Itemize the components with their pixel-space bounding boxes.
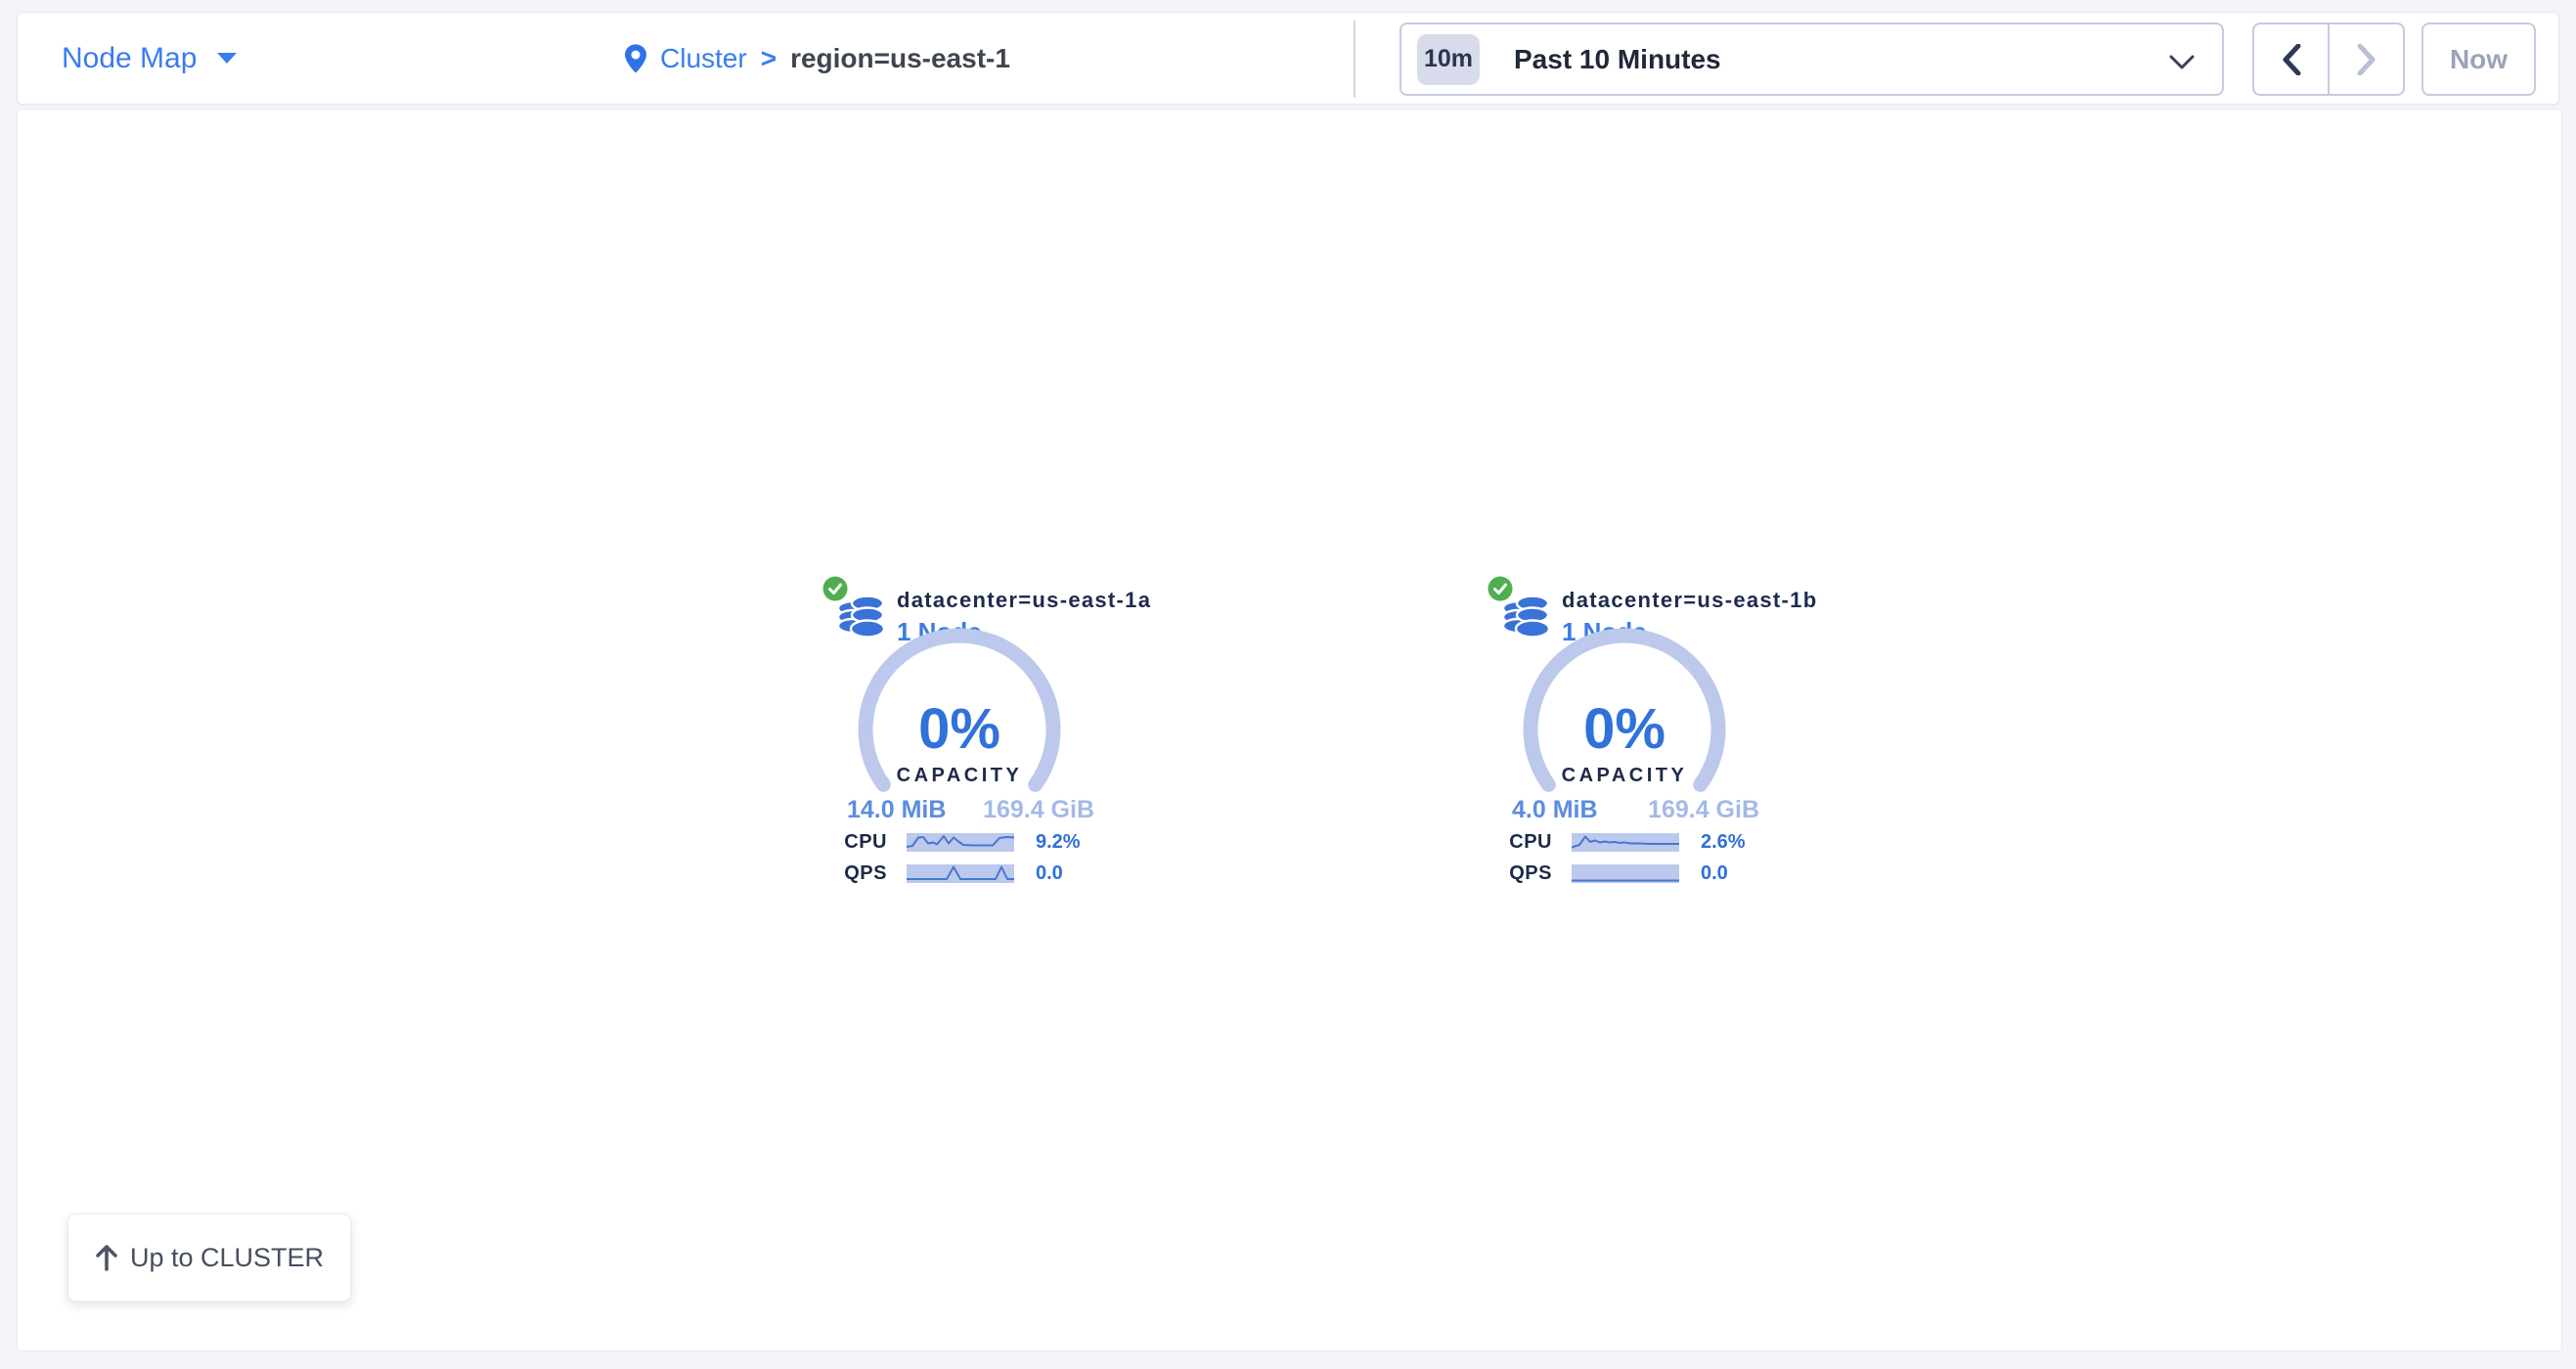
capacity-used: 4.0 MiB xyxy=(1512,796,1598,824)
cpu-label: CPU xyxy=(822,831,887,854)
chevron-right-icon xyxy=(2357,44,2376,75)
chevron-left-icon xyxy=(2282,44,2301,75)
cpu-value: 2.6% xyxy=(1701,831,1746,854)
qps-label: QPS xyxy=(1488,862,1552,885)
breadcrumb-current: region=us-east-1 xyxy=(790,43,1010,74)
location-pin-icon xyxy=(625,44,646,73)
breadcrumb-cluster-link[interactable]: Cluster xyxy=(660,43,747,74)
next-time-button[interactable] xyxy=(2328,24,2403,94)
time-range-badge: 10m xyxy=(1417,34,1480,85)
chevron-down-icon xyxy=(2169,55,2195,69)
capacity-label: CAPACITY xyxy=(822,765,1096,787)
breadcrumb-separator: > xyxy=(761,43,777,74)
cpu-sparkline xyxy=(907,833,1014,852)
view-mode-dropdown[interactable]: Node Map xyxy=(62,13,238,104)
datacenter-card-us-east-1b[interactable]: datacenter=us-east-1b 1 Node 0% CAPACITY… xyxy=(1488,573,1761,901)
cpu-value: 9.2% xyxy=(1036,831,1081,854)
breadcrumb: Cluster > region=us-east-1 xyxy=(625,13,1010,104)
datacenter-card-us-east-1a[interactable]: datacenter=us-east-1a 1 Node 0% CAPACITY… xyxy=(822,573,1096,901)
up-to-cluster-label: Up to CLUSTER xyxy=(130,1243,324,1273)
qps-sparkline xyxy=(1572,864,1679,883)
header-bar: Node Map Cluster > region=us-east-1 10m … xyxy=(17,12,2559,105)
qps-metric-row: QPS 0.0 xyxy=(822,862,1096,885)
view-mode-label: Node Map xyxy=(62,42,197,75)
qps-metric-row: QPS 0.0 xyxy=(1488,862,1761,885)
up-to-cluster-button[interactable]: Up to CLUSTER xyxy=(67,1214,351,1302)
node-map-page: Node Map Cluster > region=us-east-1 10m … xyxy=(0,0,2576,1369)
time-range-label: Past 10 Minutes xyxy=(1514,44,1721,75)
cpu-sparkline xyxy=(1572,833,1679,852)
up-arrow-icon xyxy=(95,1244,118,1271)
capacity-total: 169.4 GiB xyxy=(1648,796,1759,824)
capacity-used: 14.0 MiB xyxy=(847,796,946,824)
cpu-metric-row: CPU 9.2% xyxy=(822,831,1096,854)
now-button[interactable]: Now xyxy=(2421,22,2536,96)
node-map-canvas: datacenter=us-east-1a 1 Node 0% CAPACITY… xyxy=(17,109,2562,1351)
cpu-metric-row: CPU 2.6% xyxy=(1488,831,1761,854)
cpu-label: CPU xyxy=(1488,831,1552,854)
capacity-total: 169.4 GiB xyxy=(983,796,1094,824)
time-range-selector[interactable]: 10m Past 10 Minutes xyxy=(1399,22,2224,96)
qps-value: 0.0 xyxy=(1701,862,1728,885)
datacenter-title: datacenter=us-east-1a xyxy=(897,588,1151,613)
caret-down-icon xyxy=(216,52,238,65)
qps-value: 0.0 xyxy=(1036,862,1063,885)
qps-label: QPS xyxy=(822,862,887,885)
capacity-range: 14.0 MiB 169.4 GiB xyxy=(847,796,1094,824)
capacity-percent: 0% xyxy=(822,696,1096,762)
datacenter-title: datacenter=us-east-1b xyxy=(1562,588,1817,613)
header-divider xyxy=(1354,21,1355,98)
capacity-range: 4.0 MiB 169.4 GiB xyxy=(1512,796,1759,824)
prev-time-button[interactable] xyxy=(2254,24,2328,94)
qps-sparkline xyxy=(907,864,1014,883)
time-step-buttons xyxy=(2252,22,2405,96)
capacity-label: CAPACITY xyxy=(1488,765,1761,787)
capacity-percent: 0% xyxy=(1488,696,1761,762)
